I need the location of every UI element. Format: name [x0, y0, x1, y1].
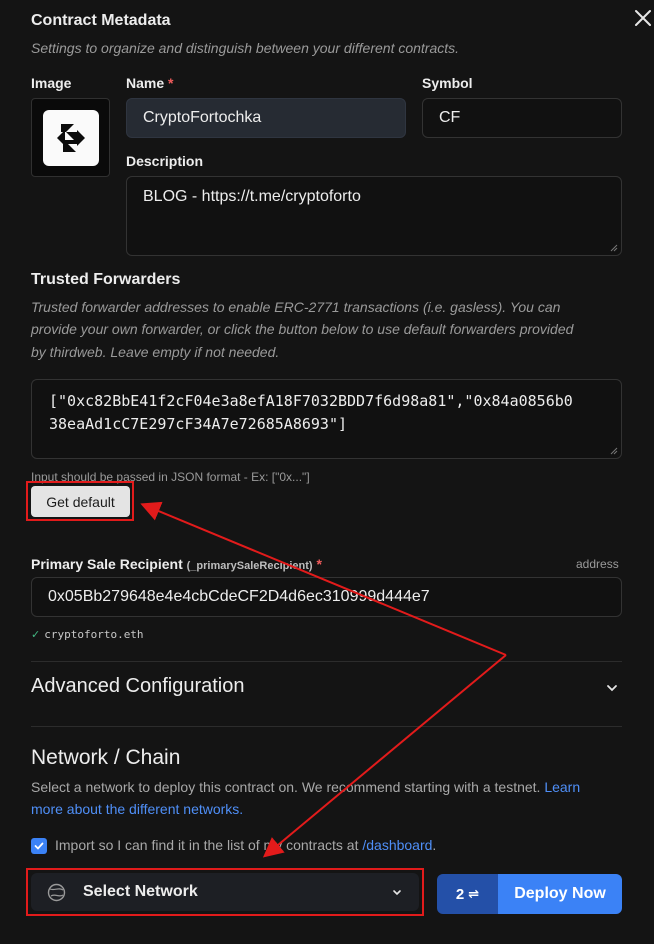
arrow-to-select-network	[262, 654, 507, 858]
arrow-to-get-default	[140, 501, 507, 656]
annotation-arrows	[140, 501, 507, 858]
